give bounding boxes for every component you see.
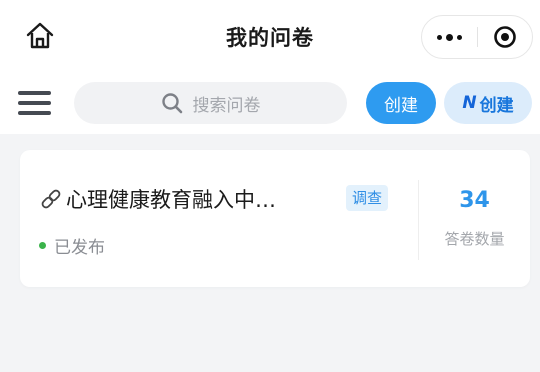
survey-status: 已发布 xyxy=(39,233,105,258)
search-icon xyxy=(161,93,182,114)
search-placeholder: 搜索问卷 xyxy=(192,95,261,116)
survey-title-row: 心理健康教育融入中… xyxy=(38,184,276,214)
hamburger-line xyxy=(18,101,51,105)
survey-title[interactable]: 心理健康教育融入中… xyxy=(66,184,276,214)
link-icon xyxy=(38,186,64,212)
ai-create-button[interactable]: N 创建 xyxy=(444,82,532,124)
hamburger-menu-icon xyxy=(18,91,51,95)
answer-count-stat[interactable]: 34 答卷数量 xyxy=(419,186,530,249)
close-button[interactable] xyxy=(478,15,532,59)
status-dot-icon xyxy=(39,242,46,249)
ai-create-label: 创建 xyxy=(479,95,514,116)
answer-count-label: 答卷数量 xyxy=(444,230,505,248)
answer-count-value: 34 xyxy=(459,188,490,213)
title-bar: 我的问卷 xyxy=(0,0,540,76)
search-input[interactable]: 搜索问卷 xyxy=(74,82,347,124)
target-icon xyxy=(494,26,516,48)
survey-card[interactable]: 心理健康教育融入中… 调查 已发布 34 答卷数量 xyxy=(20,150,530,287)
menu-button[interactable] xyxy=(18,86,54,120)
create-button[interactable]: 创建 xyxy=(366,82,436,124)
toolbar: 搜索问卷 创建 N 创建 xyxy=(0,76,540,134)
mini-program-capsule xyxy=(421,15,533,59)
more-dots-icon xyxy=(437,33,462,41)
survey-type-tag: 调查 xyxy=(346,185,389,211)
hamburger-line xyxy=(18,111,51,115)
status-text: 已发布 xyxy=(54,238,105,258)
ai-logo-icon: N xyxy=(462,93,477,113)
more-button[interactable] xyxy=(422,15,477,59)
